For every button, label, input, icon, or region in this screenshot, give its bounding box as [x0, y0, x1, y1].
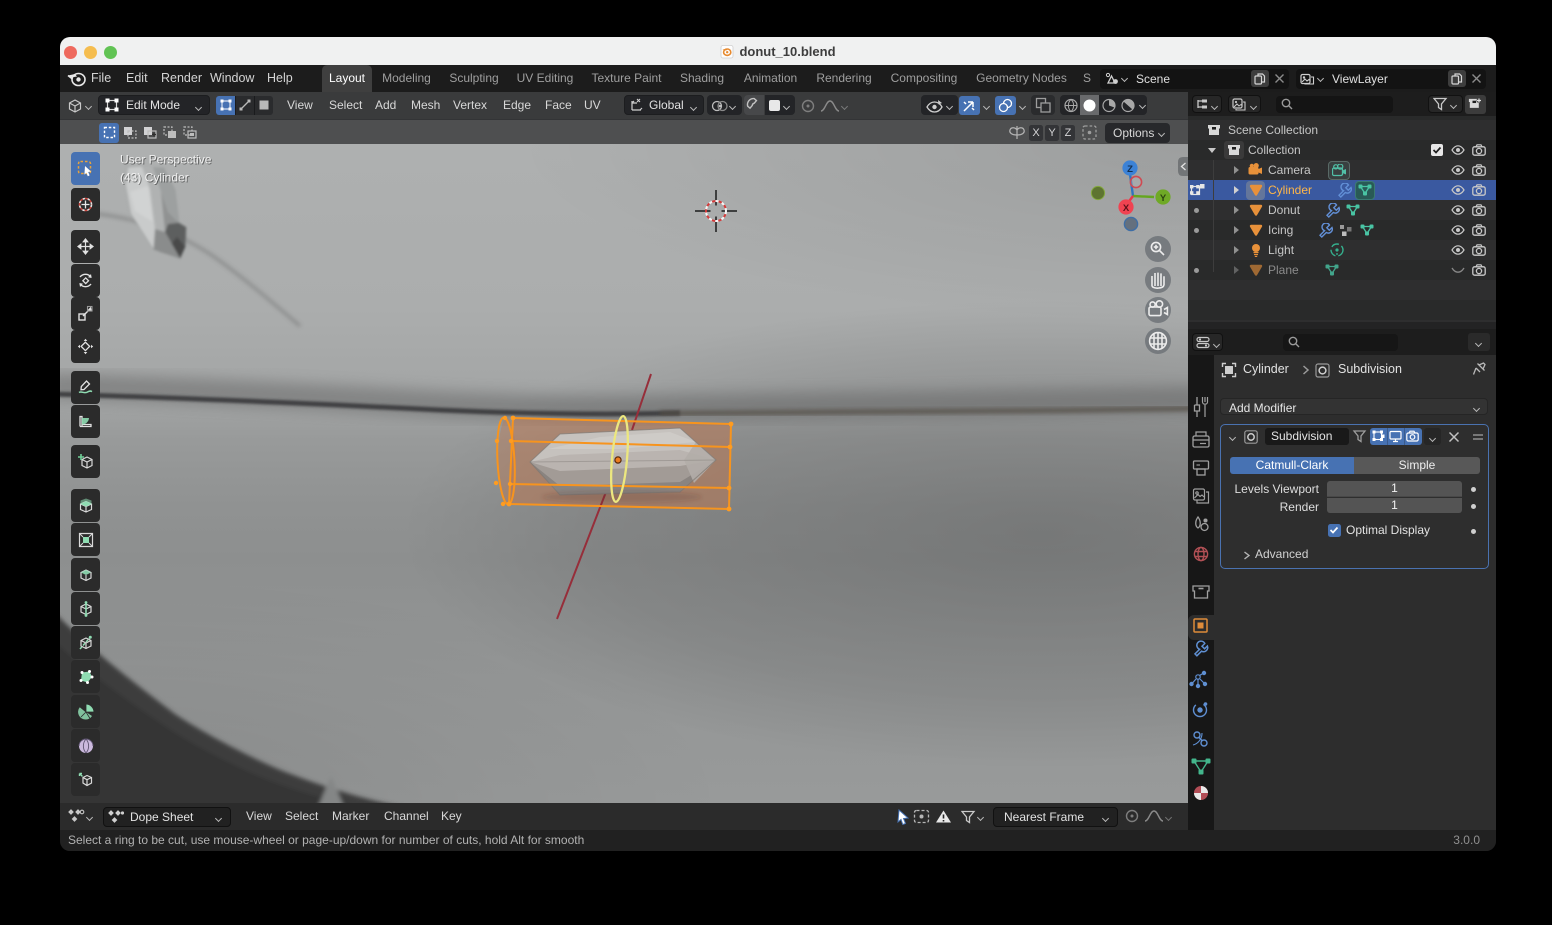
svg-text:Y: Y: [1160, 193, 1167, 204]
svg-text:User Perspective: User Perspective: [120, 153, 212, 167]
svg-text:Z: Z: [1127, 164, 1133, 175]
svg-text:(43) Cylinder: (43) Cylinder: [120, 171, 189, 185]
svg-text:X: X: [1123, 203, 1130, 214]
